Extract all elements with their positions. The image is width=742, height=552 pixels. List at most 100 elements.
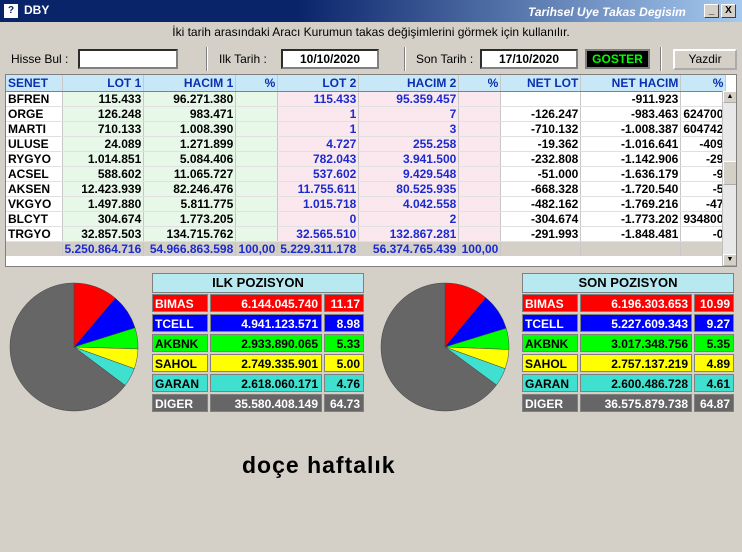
cell-pct3[interactable]: -29 xyxy=(680,151,727,167)
cell-senet[interactable]: BLCYT xyxy=(6,211,63,227)
data-grid[interactable]: SENET LOT 1 HACIM 1 % LOT 2 HACIM 2 % NE… xyxy=(5,74,737,267)
table-row[interactable]: MARTI 710.133 1.008.390 1 3 -710.132 -1.008.38… xyxy=(6,121,727,137)
cell-lot1[interactable]: 304.674 xyxy=(62,211,145,227)
cell-pct2[interactable] xyxy=(458,226,502,242)
cell-lot1[interactable]: 24.089 xyxy=(62,136,145,152)
cell-pct2[interactable] xyxy=(458,136,502,152)
table-row[interactable]: RYGYO 1.014.851 5.084.406 782.043 3.941.500 -… xyxy=(6,151,727,167)
cell-pct1[interactable] xyxy=(235,151,279,167)
table-row[interactable]: ORGE 126.248 983.471 1 7 -126.247 -983.463 6247… xyxy=(6,106,727,122)
cell-pct1[interactable] xyxy=(235,91,279,107)
cell-hacim1[interactable]: 1.271.899 xyxy=(143,136,237,152)
table-row[interactable]: VKGYO 1.497.880 5.811.775 1.015.718 4.042.55… xyxy=(6,196,727,212)
cell-hacim2[interactable]: 95.359.457 xyxy=(358,91,460,107)
cell-pct3[interactable]: 934800 xyxy=(680,211,727,227)
cell-senet[interactable]: VKGYO xyxy=(6,196,63,212)
cell-senet[interactable]: RYGYO xyxy=(6,151,63,167)
scroll-down-arrow-icon[interactable]: ▼ xyxy=(723,254,736,266)
scroll-up-arrow-icon[interactable]: ▲ xyxy=(723,91,736,103)
cell-lot2[interactable]: 1 xyxy=(277,121,360,137)
cell-lot2[interactable]: 115.433 xyxy=(277,91,360,107)
cell-lot2[interactable]: 32.565.510 xyxy=(277,226,360,242)
cell-net-hacim[interactable]: -1.720.540 xyxy=(580,181,682,197)
start-date-field[interactable]: 10/10/2020 xyxy=(281,49,379,69)
cell-net-hacim[interactable]: -983.463 xyxy=(580,106,682,122)
cell-hacim2[interactable]: 2 xyxy=(358,211,460,227)
cell-pct2[interactable] xyxy=(458,106,502,122)
table-row[interactable]: ULUSE 24.089 1.271.899 4.727 255.258 -19.362-… xyxy=(6,136,727,152)
cell-net-lot[interactable]: -304.674 xyxy=(500,211,582,227)
col-header-pct2[interactable]: % xyxy=(458,75,502,92)
cell-lot1[interactable]: 115.433 xyxy=(62,91,145,107)
cell-hacim2[interactable]: 9.429.548 xyxy=(358,166,460,182)
cell-senet[interactable]: TRGYO xyxy=(6,226,63,242)
cell-net-lot[interactable] xyxy=(500,91,582,107)
cell-lot2[interactable]: 4.727 xyxy=(277,136,360,152)
cell-senet[interactable]: AKSEN xyxy=(6,181,63,197)
cell-net-lot[interactable]: -482.162 xyxy=(500,196,582,212)
cell-senet[interactable]: MARTI xyxy=(6,121,63,137)
cell-net-lot[interactable]: -19.362 xyxy=(500,136,582,152)
cell-hacim1[interactable]: 1.008.390 xyxy=(143,121,237,137)
cell-pct2[interactable] xyxy=(458,211,502,227)
cell-pct2[interactable] xyxy=(458,151,502,167)
col-header-lot2[interactable]: LOT 2 xyxy=(277,75,360,92)
cell-pct2[interactable] xyxy=(458,181,502,197)
cell-hacim1[interactable]: 134.715.762 xyxy=(143,226,237,242)
cell-hacim1[interactable]: 5.084.406 xyxy=(143,151,237,167)
cell-pct3[interactable] xyxy=(680,91,727,107)
cell-hacim1[interactable]: 983.471 xyxy=(143,106,237,122)
cell-pct3[interactable]: 604742 xyxy=(680,121,727,137)
cell-lot2[interactable]: 537.602 xyxy=(277,166,360,182)
cell-net-lot[interactable]: -668.328 xyxy=(500,181,582,197)
cell-hacim1[interactable]: 96.271.380 xyxy=(143,91,237,107)
cell-pct2[interactable] xyxy=(458,166,502,182)
col-header-net-hacim[interactable]: NET HACIM xyxy=(580,75,682,92)
table-row[interactable]: BFREN 115.433 96.271.380 115.433 95.359.457-… xyxy=(6,91,727,107)
cell-lot1[interactable]: 588.602 xyxy=(62,166,145,182)
cell-lot1[interactable]: 126.248 xyxy=(62,106,145,122)
cell-pct1[interactable] xyxy=(235,166,279,182)
cell-pct1[interactable] xyxy=(235,211,279,227)
cell-net-lot[interactable]: -710.132 xyxy=(500,121,582,137)
cell-net-hacim[interactable]: -1.016.641 xyxy=(580,136,682,152)
cell-lot1[interactable]: 1.014.851 xyxy=(62,151,145,167)
cell-hacim1[interactable]: 5.811.775 xyxy=(143,196,237,212)
cell-net-hacim[interactable]: -1.636.179 xyxy=(580,166,682,182)
cell-hacim2[interactable]: 132.867.281 xyxy=(358,226,460,242)
cell-lot2[interactable]: 11.755.611 xyxy=(277,181,360,197)
cell-hacim2[interactable]: 7 xyxy=(358,106,460,122)
cell-net-lot[interactable]: -51.000 xyxy=(500,166,582,182)
cell-pct3[interactable]: -47 xyxy=(680,196,727,212)
cell-senet[interactable]: ACSEL xyxy=(6,166,63,182)
cell-pct3[interactable]: -5 xyxy=(680,181,727,197)
cell-lot1[interactable]: 12.423.939 xyxy=(62,181,145,197)
cell-pct1[interactable] xyxy=(235,196,279,212)
vertical-scrollbar[interactable]: ▲ ▼ xyxy=(722,91,736,266)
cell-net-hacim[interactable]: -1.769.216 xyxy=(580,196,682,212)
cell-net-lot[interactable]: -232.808 xyxy=(500,151,582,167)
cell-hacim1[interactable]: 1.773.205 xyxy=(143,211,237,227)
print-button[interactable]: Yazdir xyxy=(673,49,737,70)
col-header-hacim2[interactable]: HACIM 2 xyxy=(358,75,460,92)
table-row[interactable]: BLCYT 304.674 1.773.205 0 2 -304.674 -1.773.20… xyxy=(6,211,727,227)
table-row[interactable]: TRGYO 32.857.503 134.715.762 32.565.510 132.… xyxy=(6,226,727,242)
cell-net-lot[interactable]: -291.993 xyxy=(500,226,582,242)
cell-pct3[interactable]: 624700 xyxy=(680,106,727,122)
cell-lot2[interactable]: 1 xyxy=(277,106,360,122)
cell-net-hacim[interactable]: -1.008.387 xyxy=(580,121,682,137)
table-row[interactable]: ACSEL 588.602 11.065.727 537.602 9.429.548 -5… xyxy=(6,166,727,182)
cell-pct1[interactable] xyxy=(235,136,279,152)
cell-net-hacim[interactable]: -1.142.906 xyxy=(580,151,682,167)
cell-lot2[interactable]: 1.015.718 xyxy=(277,196,360,212)
col-header-hacim1[interactable]: HACIM 1 xyxy=(143,75,237,92)
cell-pct2[interactable] xyxy=(458,121,502,137)
cell-lot2[interactable]: 782.043 xyxy=(277,151,360,167)
cell-senet[interactable]: ULUSE xyxy=(6,136,63,152)
col-header-lot1[interactable]: LOT 1 xyxy=(62,75,145,92)
cell-net-hacim[interactable]: -1.848.481 xyxy=(580,226,682,242)
cell-pct3[interactable]: -409 xyxy=(680,136,727,152)
cell-pct2[interactable] xyxy=(458,91,502,107)
end-date-field[interactable]: 17/10/2020 xyxy=(480,49,578,69)
cell-hacim2[interactable]: 3 xyxy=(358,121,460,137)
